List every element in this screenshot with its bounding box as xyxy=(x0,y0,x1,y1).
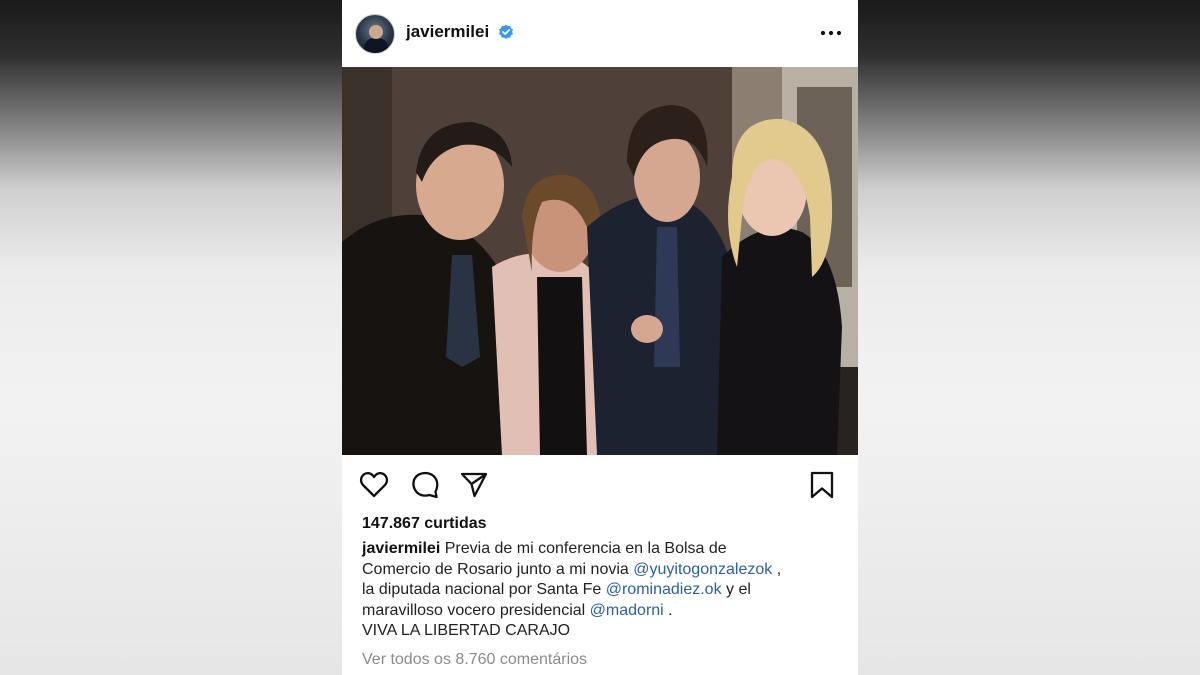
caption-text: maravilloso vocero presidencial xyxy=(362,601,586,619)
heart-icon[interactable] xyxy=(359,470,389,500)
instagram-post: javiermilei 147.867 curtidas javiermilei… xyxy=(342,0,858,675)
caption-line-4: maravilloso vocero presidencial @madorni… xyxy=(362,601,842,622)
likes-count[interactable]: 147.867 curtidas xyxy=(362,515,487,533)
avatar-figure-head xyxy=(369,25,383,39)
caption-text: la diputada nacional por Santa Fe xyxy=(362,581,602,598)
comment-icon[interactable] xyxy=(410,470,440,500)
view-comments-link[interactable]: Ver todos os 8.760 comentários xyxy=(362,651,587,669)
post-caption: javiermilei Previa de mi conferencia en … xyxy=(362,539,842,642)
bookmark-icon[interactable] xyxy=(807,470,837,500)
profile-avatar[interactable] xyxy=(355,14,395,54)
caption-username[interactable]: javiermilei xyxy=(362,540,440,557)
caption-line-5: VIVA LA LIBERTAD CARAJO xyxy=(362,622,571,639)
background-blur-left xyxy=(0,0,342,675)
verified-badge-icon xyxy=(499,24,513,39)
action-bar xyxy=(342,466,858,506)
caption-line-3: la diputada nacional por Santa Fe @romin… xyxy=(362,580,842,601)
mention-link[interactable]: @rominadiez.ok xyxy=(606,581,722,598)
post-photo[interactable] xyxy=(342,67,858,455)
share-icon[interactable] xyxy=(459,470,489,500)
caption-text: Previa de mi conferencia en la Bolsa de xyxy=(444,540,727,557)
caption-text: . xyxy=(668,601,673,619)
avatar-figure-body xyxy=(364,38,388,53)
post-header: javiermilei xyxy=(342,0,858,66)
background-blur-right xyxy=(858,0,1200,675)
caption-line-1: javiermilei Previa de mi conferencia en … xyxy=(362,539,842,560)
photo-illustration xyxy=(342,67,858,455)
mention-link[interactable]: @yuyitogonzalezok xyxy=(633,561,772,578)
caption-line-2: Comercio de Rosario junto a mi novia @yu… xyxy=(362,560,842,581)
caption-text: , xyxy=(776,560,782,578)
caption-text: Comercio de Rosario junto a mi novia xyxy=(362,560,629,578)
caption-text: y el xyxy=(726,581,751,598)
more-options-icon[interactable] xyxy=(819,24,843,42)
mention-link[interactable]: @madorni xyxy=(590,602,664,619)
post-username[interactable]: javiermilei xyxy=(406,22,489,42)
